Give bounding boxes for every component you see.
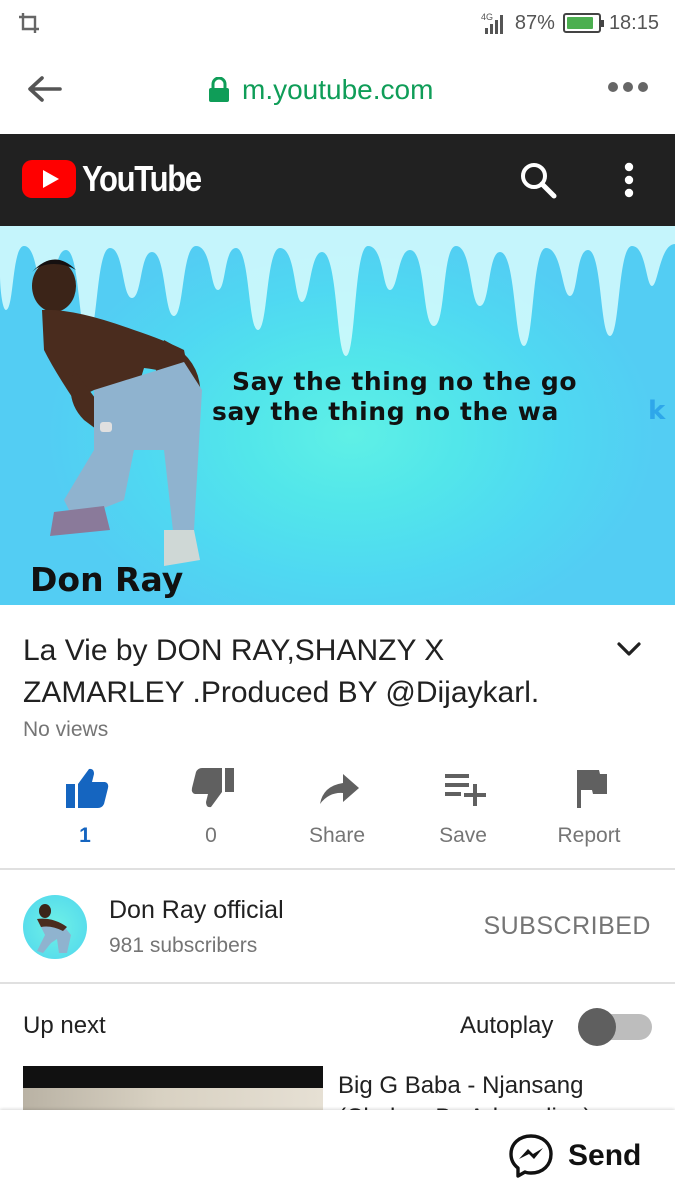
lock-icon — [209, 77, 229, 102]
status-bar: 4G 87% 18:15 — [0, 0, 675, 46]
view-count: No views — [23, 718, 109, 741]
send-label: Send — [568, 1139, 642, 1172]
youtube-logo[interactable]: YouTube — [22, 158, 220, 200]
report-button[interactable]: Report — [529, 758, 649, 858]
subscribe-button[interactable]: SUBSCRIBED — [483, 912, 651, 941]
share-label: Share — [308, 824, 366, 847]
share-button[interactable]: Share — [277, 758, 397, 858]
search-icon[interactable] — [518, 160, 558, 200]
toggle-knob — [578, 1008, 616, 1046]
channel-name[interactable]: Don Ray official — [109, 896, 284, 925]
back-arrow-icon[interactable] — [26, 74, 62, 104]
battery-percent: 87% — [514, 11, 555, 34]
share-arrow-icon — [320, 774, 359, 804]
url-text[interactable]: m.youtube.com — [242, 74, 433, 106]
like-button[interactable]: 1 — [25, 758, 145, 858]
autoplay-toggle[interactable] — [578, 1008, 652, 1046]
video-artist-overlay: Don Ray — [30, 560, 184, 599]
save-label: Save — [439, 824, 487, 847]
divider — [0, 868, 675, 870]
video-actions: 1 0 Share Save Report — [0, 758, 675, 868]
flag-icon — [577, 770, 607, 808]
browser-toolbar: m.youtube.com — [0, 46, 675, 134]
autoplay-label: Autoplay — [460, 1012, 554, 1039]
overflow-menu-icon[interactable] — [616, 160, 642, 200]
dislike-count: 0 — [205, 824, 217, 847]
youtube-wordmark: YouTube — [82, 158, 202, 199]
network-type: 4G — [481, 12, 493, 22]
clock: 18:15 — [608, 11, 659, 34]
battery-icon — [562, 13, 604, 33]
video-lyric-line-1: Say the thing no the go — [232, 367, 578, 396]
video-lyric-line-2: say the thing no the wa — [212, 397, 559, 426]
save-button[interactable]: Save — [403, 758, 523, 858]
divider — [0, 982, 675, 984]
share-sheet-bar: Send — [0, 1110, 675, 1200]
up-next-heading: Up next — [23, 1012, 106, 1039]
youtube-header: YouTube — [0, 134, 675, 226]
send-button[interactable]: Send — [508, 1134, 641, 1178]
thumbs-up-icon — [66, 768, 109, 808]
playlist-add-icon — [445, 774, 486, 806]
messenger-icon — [509, 1134, 553, 1178]
status-indicators: 4G 87% 18:15 — [481, 10, 659, 36]
dislike-button[interactable]: 0 — [151, 758, 271, 858]
address-bar[interactable]: m.youtube.com — [208, 72, 433, 108]
channel-avatar[interactable] — [23, 895, 87, 959]
battery-fill — [566, 17, 594, 29]
like-count: 1 — [79, 824, 91, 847]
subscriber-count: 981 subscribers — [109, 934, 258, 957]
video-title[interactable]: La Vie by DON RAY,SHANZY X ZAMARLEY .Pro… — [23, 630, 603, 714]
chevron-down-icon[interactable] — [614, 636, 644, 662]
avatar-figure — [37, 904, 71, 953]
youtube-play-icon — [22, 160, 76, 198]
more-options-icon[interactable] — [607, 80, 649, 94]
video-lyric-fragment: k — [648, 396, 666, 426]
artist-figure — [32, 259, 202, 566]
thumbs-down-icon — [191, 768, 234, 808]
report-label: Report — [557, 824, 621, 847]
signal-icon: 4G — [481, 12, 503, 34]
crop-icon — [19, 13, 39, 33]
